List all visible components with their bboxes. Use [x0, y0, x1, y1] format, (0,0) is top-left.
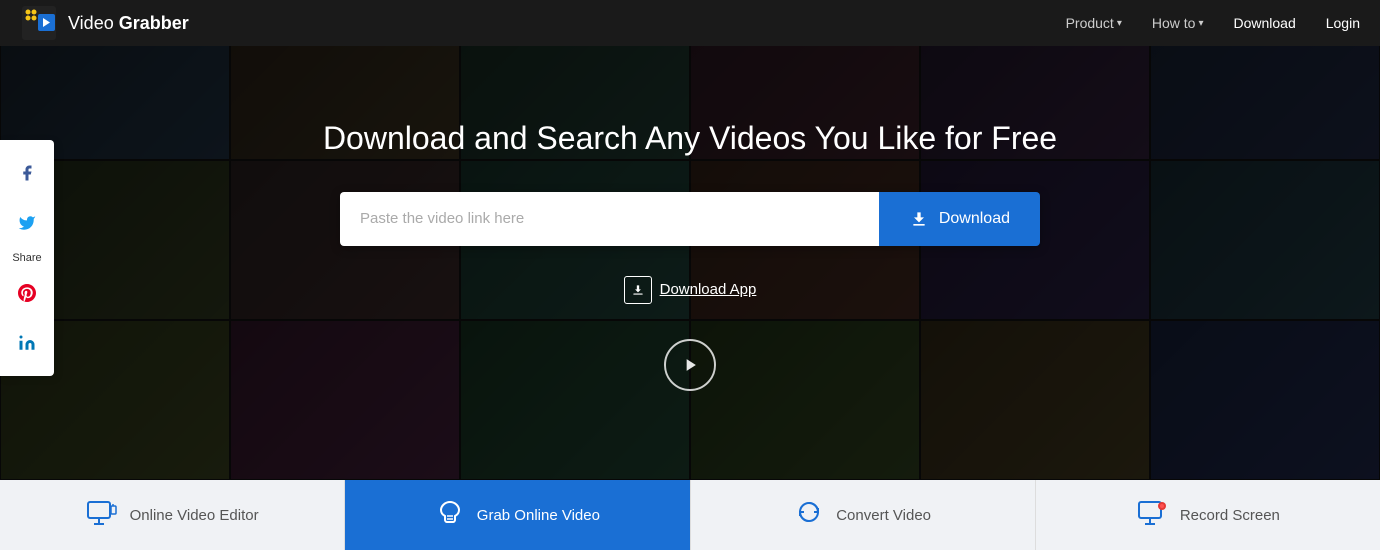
nav-product[interactable]: Product ▾ [1066, 15, 1122, 31]
grab-online-video-icon [435, 498, 465, 533]
bottom-item-record-screen[interactable]: Record Screen [1036, 480, 1380, 550]
logo-area: Video Grabber [20, 4, 1066, 42]
download-icon [909, 209, 929, 229]
nav-howto[interactable]: How to ▾ [1152, 15, 1204, 31]
navbar: Video Grabber Product ▾ How to ▾ Downloa… [0, 0, 1380, 46]
grab-online-video-label: Grab Online Video [477, 507, 600, 524]
nav-links: Product ▾ How to ▾ Download Login [1066, 15, 1360, 31]
download-app-label: Download App [660, 281, 757, 298]
download-app-box-icon [624, 276, 652, 304]
record-screen-label: Record Screen [1180, 507, 1280, 524]
nav-login[interactable]: Login [1326, 15, 1360, 31]
social-sidebar: Share [0, 140, 54, 376]
bottom-item-online-video-editor[interactable]: Online Video Editor [0, 480, 345, 550]
logo-icon [20, 4, 58, 42]
online-video-editor-icon [86, 498, 118, 533]
record-screen-icon [1136, 498, 1168, 533]
hero-content: Download and Search Any Videos You Like … [0, 0, 1380, 480]
convert-video-icon [794, 498, 824, 533]
play-icon [680, 355, 700, 375]
search-input[interactable] [340, 192, 879, 246]
pinterest-icon[interactable] [0, 268, 54, 318]
hero-section: Download and Search Any Videos You Like … [0, 0, 1380, 480]
logo-text: Video Grabber [68, 13, 189, 34]
twitter-icon[interactable] [0, 198, 54, 248]
download-button[interactable]: Download [879, 192, 1040, 246]
share-label: Share [12, 248, 41, 268]
bottom-item-grab-online-video[interactable]: Grab Online Video [345, 480, 690, 550]
hero-title: Download and Search Any Videos You Like … [323, 120, 1057, 157]
online-video-editor-label: Online Video Editor [130, 507, 259, 524]
linkedin-icon[interactable] [0, 318, 54, 368]
bottom-bar: Online Video Editor Grab Online Video Co… [0, 480, 1380, 550]
chevron-down-icon: ▾ [1198, 18, 1203, 29]
play-button[interactable] [664, 339, 716, 391]
download-app-link[interactable]: Download App [624, 276, 757, 304]
download-small-icon [631, 283, 645, 297]
facebook-icon[interactable] [0, 148, 54, 198]
convert-video-label: Convert Video [836, 507, 931, 524]
search-bar: Download [340, 192, 1040, 246]
nav-download[interactable]: Download [1233, 15, 1295, 31]
chevron-down-icon: ▾ [1117, 18, 1122, 29]
bottom-item-convert-video[interactable]: Convert Video [691, 480, 1036, 550]
